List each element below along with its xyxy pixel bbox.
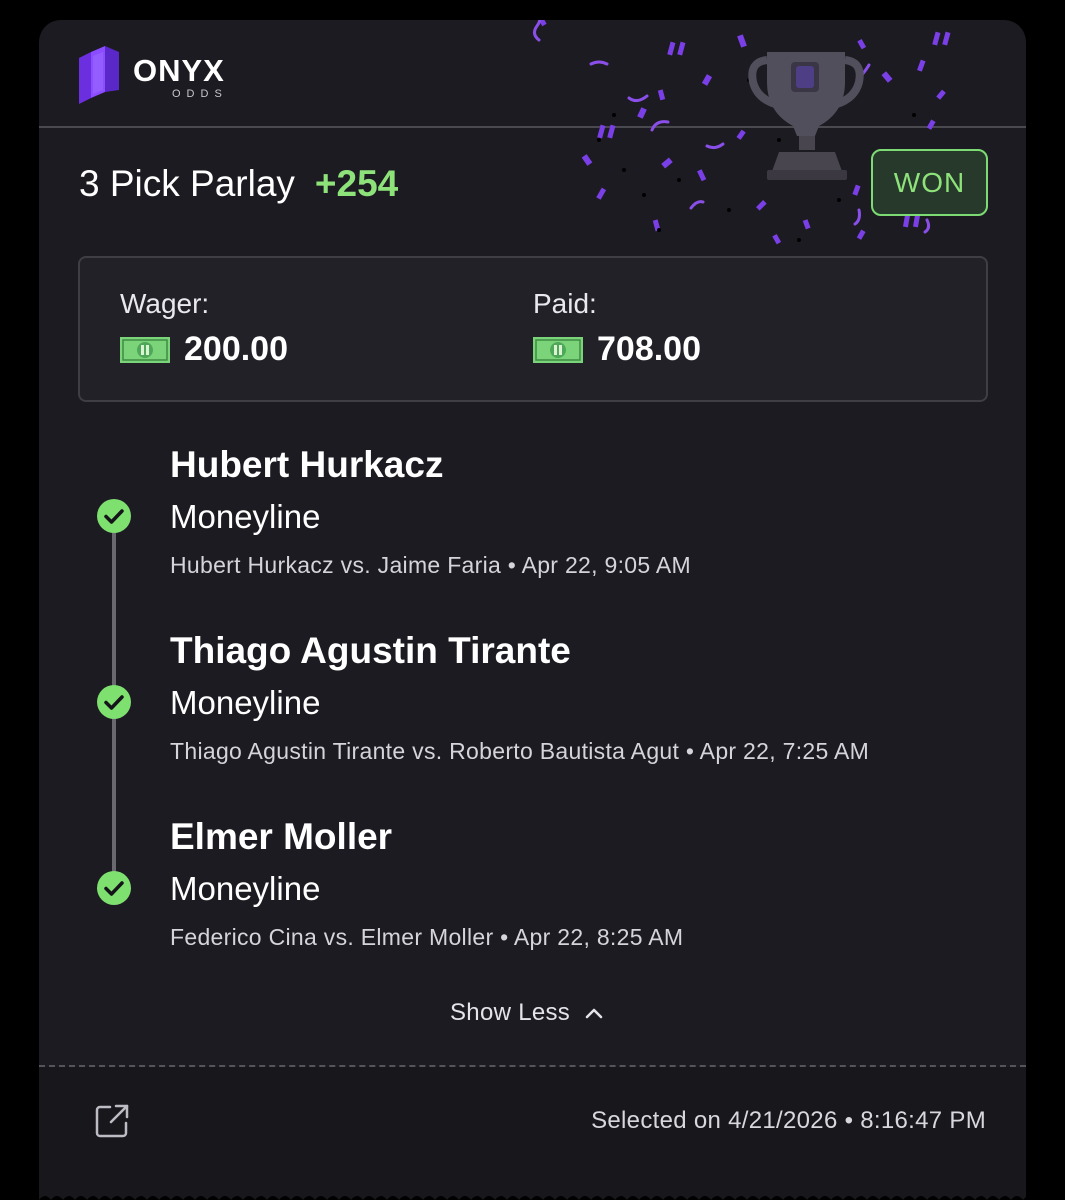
brand-name: ONYX bbox=[133, 53, 225, 88]
pick-market: Moneyline bbox=[170, 870, 321, 907]
show-less-toggle[interactable]: Show Less bbox=[450, 996, 604, 1030]
pick-time: Apr 22, 7:25 AM bbox=[699, 738, 870, 764]
cash-icon bbox=[120, 336, 170, 363]
bet-title: 3 Pick Parlay bbox=[79, 163, 295, 204]
onyx-logo-icon bbox=[79, 46, 119, 104]
pick-name: Elmer Moller bbox=[170, 816, 393, 857]
pick-time: Apr 22, 9:05 AM bbox=[521, 552, 691, 578]
card-footer: Selected on 4/21/2026 • 8:16:47 PM bbox=[39, 1067, 1026, 1200]
pick-matchup: Thiago Agustin Tirante vs. Roberto Bauti… bbox=[170, 738, 680, 764]
selected-timestamp: Selected on 4/21/2026 • 8:16:47 PM bbox=[591, 1107, 986, 1134]
selected-prefix: Selected on bbox=[591, 1107, 722, 1134]
chevron-up-icon bbox=[585, 1008, 603, 1019]
selected-date: 4/21/2026 bbox=[728, 1107, 838, 1134]
pick-item: Hubert Hurkacz Moneyline Hubert Hurkacz … bbox=[170, 444, 691, 579]
cash-icon bbox=[533, 336, 583, 363]
bet-odds: +254 bbox=[314, 163, 399, 204]
wager-block: Wager: 200.00 bbox=[120, 288, 288, 369]
ticket-edge bbox=[39, 1196, 1026, 1200]
pick-name: Hubert Hurkacz bbox=[170, 444, 444, 485]
amounts-panel: Wager: 200.00 Paid: 708.00 bbox=[78, 256, 988, 402]
paid-value: 708.00 bbox=[597, 330, 701, 368]
wager-label: Wager: bbox=[120, 288, 210, 319]
check-circle-icon bbox=[97, 499, 131, 533]
pick-meta: Hubert Hurkacz vs. Jaime Faria • Apr 22,… bbox=[170, 552, 691, 578]
trophy-icon bbox=[748, 52, 864, 180]
share-external-icon[interactable] bbox=[94, 1103, 130, 1139]
pick-item: Thiago Agustin Tirante Moneyline Thiago … bbox=[170, 630, 869, 765]
pick-meta: Thiago Agustin Tirante vs. Roberto Bauti… bbox=[170, 738, 870, 764]
pick-market: Moneyline bbox=[170, 498, 321, 535]
pick-matchup: Hubert Hurkacz vs. Jaime Faria bbox=[170, 552, 502, 578]
onyx-odds-logo: ONYX ODDS bbox=[77, 46, 227, 104]
selected-time: 8:16:47 PM bbox=[860, 1107, 986, 1134]
brand-subtitle: ODDS bbox=[172, 88, 228, 100]
card-header: ONYX ODDS bbox=[39, 20, 1026, 245]
pick-name: Thiago Agustin Tirante bbox=[170, 630, 571, 671]
paid-block: Paid: 708.00 bbox=[533, 288, 701, 369]
paid-label: Paid: bbox=[533, 288, 597, 319]
bet-title-row: 3 Pick Parlay +254 bbox=[79, 160, 398, 208]
check-circle-icon bbox=[97, 685, 131, 719]
status-badge: WON bbox=[871, 149, 988, 216]
show-less-label: Show Less bbox=[450, 999, 571, 1026]
pick-time: Apr 22, 8:25 AM bbox=[513, 924, 684, 950]
check-circle-icon bbox=[97, 871, 131, 905]
wager-value: 200.00 bbox=[184, 330, 288, 368]
bet-slip-card: ONYX ODDS 3 Pick Parlay +254 WON Wager: … bbox=[39, 20, 1026, 1200]
pick-market: Moneyline bbox=[170, 684, 321, 721]
pick-item: Elmer Moller Moneyline Federico Cina vs.… bbox=[170, 816, 683, 951]
pick-meta: Federico Cina vs. Elmer Moller • Apr 22,… bbox=[170, 924, 684, 950]
pick-matchup: Federico Cina vs. Elmer Moller bbox=[170, 924, 494, 950]
